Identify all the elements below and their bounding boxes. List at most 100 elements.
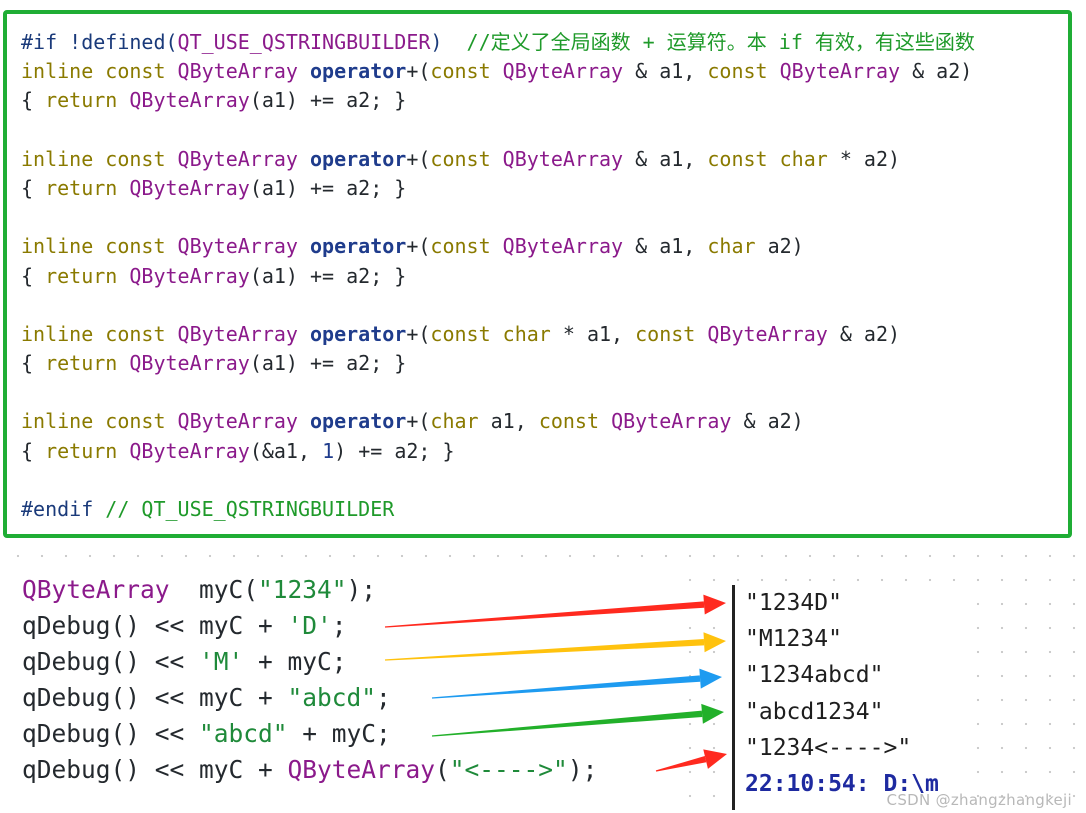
code-block-line: { return QByteArray(a1) += a2; } [21,174,1068,203]
code-token: #endif [21,497,106,521]
watermark: CSDN @zhangzhangkeji [886,791,1072,809]
code-token: operator [310,234,407,259]
code-token: QByteArray [177,321,310,346]
code-token: operator [310,321,407,346]
example-code-lines: QByteArray myC("1234"); qDebug() << myC +… [22,572,597,788]
code-token: 'D' [287,611,332,640]
code-token: #if !defined( [21,30,178,54]
code-token: return [45,88,130,113]
code-token: & a1, [635,146,708,171]
code-token: const [538,409,612,434]
code-token: QByteArray [611,409,744,434]
code-token: +( [406,409,431,434]
code-token: { [21,438,46,463]
code-token: ) [430,30,467,54]
code-block-line: inline const QByteArray operator+(const … [21,320,1068,349]
code-block-line [21,116,1068,145]
code-token: const [430,59,503,84]
code-token: * a1, [562,321,636,346]
example-code-line: qDebug() << myC + "abcd"; [22,680,597,716]
code-token: + myC; [243,647,347,676]
code-token: +( [406,321,431,346]
example-code-panel: QByteArray myC("1234"); qDebug() << myC +… [4,560,672,803]
console-output-line: "1234D" [745,590,842,616]
code-token: qDebug() << [22,647,200,676]
code-block-line: #endif // QT_USE_QSTRINGBUILDER [21,495,1068,524]
code-token: QByteArray [129,438,250,463]
code-token: qDebug() << myC + [22,611,288,640]
code-token: a1, [490,409,539,434]
code-token: + myC; [287,719,391,748]
code-token: const [430,146,503,171]
code-token: operator [310,409,407,434]
code-block-line [21,203,1068,232]
code-token: QByteArray [177,146,310,171]
code-token: char [707,234,768,259]
code-token: return [45,263,130,288]
code-token: qDebug() << myC + [22,755,288,784]
code-block-line: inline const QByteArray operator+(const … [21,232,1068,261]
code-block-line: { return QByteArray(a1) += a2; } [21,86,1068,115]
code-token: QByteArray [502,234,636,259]
code-block-line [21,466,1068,495]
code-token: //定义了全局函数 + 运算符。本 if 有效，有这些函数 [466,30,975,54]
code-token: // QT_USE_QSTRINGBUILDER [105,497,395,521]
code-token: QByteArray [502,146,636,171]
code-block-line: #if !defined(QT_USE_QSTRINGBUILDER) //定义… [21,28,1068,57]
code-token: return [45,351,130,376]
console-output-line: "1234abcd" [745,662,884,689]
code-token: ) += a2; } [334,438,455,463]
code-token: qDebug() << myC + [22,683,288,712]
code-block-line [21,291,1068,320]
code-token: inline const [21,59,178,84]
code-token: (a1) += a2; } [249,175,407,200]
code-token: (a1) += a2; } [249,88,407,113]
code-block-line: inline const QByteArray operator+(const … [21,145,1068,174]
code-token: 'M' [199,647,244,676]
code-token: QByteArray [129,263,250,288]
code-token: "<---->" [449,755,568,784]
example-code-line: qDebug() << myC + 'D'; [22,608,597,644]
code-token: const char [430,321,563,346]
code-token: inline const [21,409,178,434]
code-block-panel: #if !defined(QT_USE_QSTRINGBUILDER) //定义… [3,10,1072,538]
code-token: QByteArray [177,409,310,434]
example-code-line: qDebug() << 'M' + myC; [22,644,597,680]
code-block-line [21,378,1068,407]
code-token: inline const [21,234,178,259]
code-token: const [430,234,503,259]
code-token: QByteArray [502,59,636,84]
code-token: (a1) += a2; } [249,263,407,288]
code-token: QByteArray [779,59,913,84]
code-token: (a1) += a2; } [249,351,407,376]
code-token: "abcd" [287,683,377,712]
code-block-line: { return QByteArray(a1) += a2; } [21,349,1068,378]
code-token: { [21,351,46,376]
code-token: qDebug() << [22,719,200,748]
code-token: QByteArray [177,234,310,259]
code-block-line: inline const QByteArray operator+(char a… [21,407,1068,436]
example-code-line: qDebug() << "abcd" + myC; [22,716,597,752]
code-token: QByteArray [129,88,250,113]
code-token: & a2) [743,409,804,434]
code-token: const [635,321,708,346]
code-token: ); [346,575,377,604]
code-token: ( [435,755,450,784]
code-token: +( [406,234,431,259]
code-token: return [45,175,130,200]
code-block-lines: #if !defined(QT_USE_QSTRINGBUILDER) //定义… [21,28,1068,524]
code-token: & a2) [839,321,901,346]
code-token: & a1, [635,59,708,84]
console-output-line: "1234<---->" [745,734,912,761]
code-token: QByteArray [22,575,170,604]
code-token: & a2) [912,59,973,84]
console-output-lines: "1234D" "M1234" "1234abcd" "abcd1234" "1234<… [745,585,939,802]
code-token: { [21,175,46,200]
code-block-line: { return QByteArray(a1) += a2; } [21,262,1068,291]
example-code-line: QByteArray myC("1234"); [22,572,597,608]
code-token: QByteArray [129,175,250,200]
console-output-line: "M1234" [745,626,842,653]
code-token: char [430,409,491,434]
code-token: "abcd" [199,719,288,748]
code-token: * a2) [839,146,901,171]
